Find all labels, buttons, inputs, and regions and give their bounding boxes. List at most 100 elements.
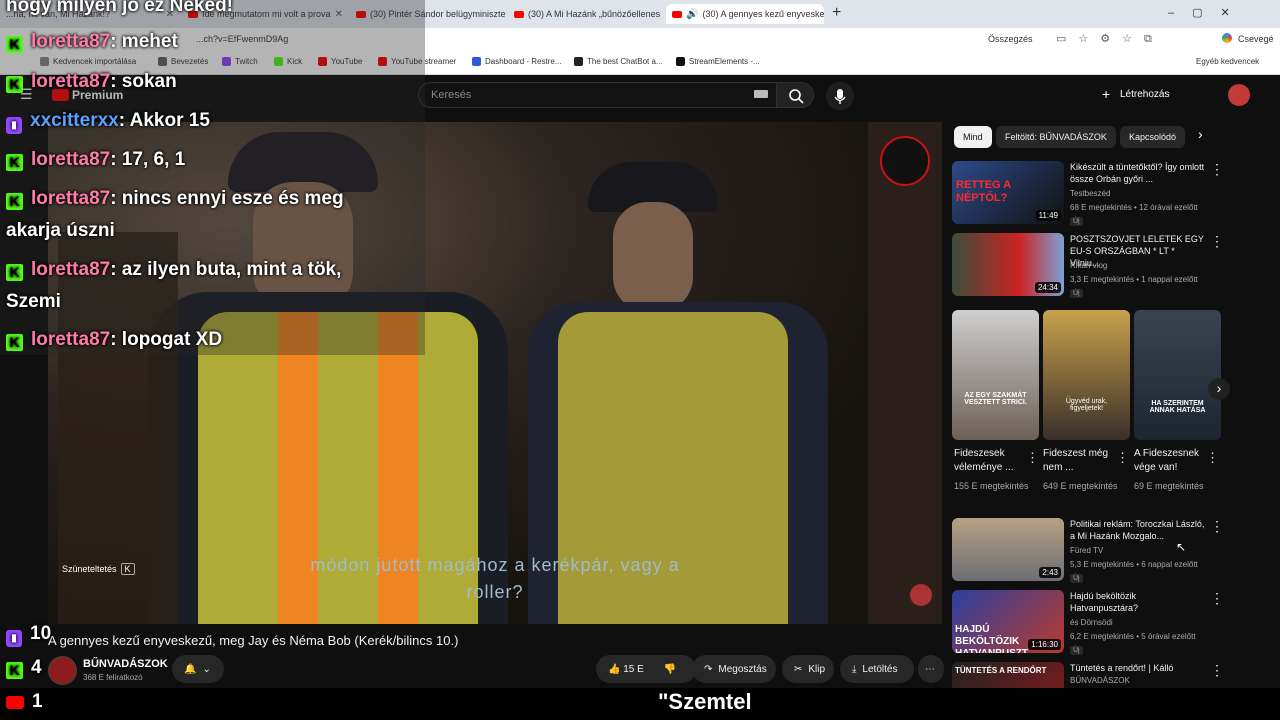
video-thumbnail[interactable]: HAJDÚ BEKÖLTÖZIK HATVANPUSZT 1:16:30	[952, 590, 1064, 653]
chip-uploader[interactable]: Feltöltő: BŰNVADÁSZOK	[996, 126, 1116, 148]
chat-message: Kloretta87: az ilyen buta, mint a tök,	[6, 254, 341, 286]
more-actions-button[interactable]: ⋯	[918, 655, 944, 683]
shorts-next-button[interactable]: ›	[1208, 378, 1230, 400]
bookmark-label: The best ChatBot a...	[587, 57, 663, 66]
download-icon: ⤓	[852, 663, 857, 675]
video-thumbnail[interactable]: TÜNTETÉS A RENDŐRT	[952, 662, 1064, 688]
chip-related[interactable]: Kapcsolódó	[1120, 126, 1186, 148]
like-button[interactable]: 👍 15 E	[608, 664, 644, 675]
notification-bell-button[interactable]: 🔔 ⌄	[172, 655, 224, 683]
chat-message-continued: akarja úszni	[6, 220, 115, 241]
like-dislike-group: 👍 15 E 👎	[596, 655, 696, 683]
chat-username: loretta87	[31, 149, 111, 170]
youtube-favicon-icon	[514, 10, 524, 18]
recommendation-title[interactable]: Hajdú beköltözik Hatvanpusztára?	[1070, 590, 1206, 614]
video-thumbnail[interactable]: 24:34	[952, 233, 1064, 296]
short-title[interactable]: Fideszest még nem ...	[1043, 447, 1121, 475]
recommendation-channel[interactable]: Rikári vlog	[1070, 261, 1107, 270]
captions: módon jutott magához a kerékpár, vagy a …	[0, 552, 990, 606]
recommendation-channel[interactable]: Testbeszéd	[1070, 189, 1110, 198]
thumbnail-text: RETTEG A NÉPTŐL?	[956, 179, 1011, 204]
share-button[interactable]: ↷ Megosztás	[692, 655, 776, 683]
bookmark-item[interactable]: StreamElements -...	[676, 57, 760, 66]
chat-message: Kloretta87: sokan	[6, 66, 177, 98]
download-button[interactable]: ⤓ Letöltés	[840, 655, 914, 683]
bookmark-item[interactable]: The best ChatBot a...	[574, 57, 663, 66]
toolbar-icons[interactable]: ▭☆⚙☆⧉	[1056, 32, 1164, 46]
more-options-icon[interactable]: ⋮	[1116, 450, 1129, 466]
more-options-icon[interactable]: ⋮	[1206, 450, 1219, 466]
other-bookmarks[interactable]: Egyéb kedvencek	[1196, 57, 1259, 66]
kick-icon: K	[6, 334, 23, 351]
twitch-icon: ▮	[6, 630, 22, 647]
tab-label: (30) A gennyes kezű enyveske	[702, 9, 824, 19]
search-input[interactable]: Keresés	[418, 82, 778, 108]
more-options-icon[interactable]: ⋮	[1210, 161, 1224, 178]
kick-icon: K	[6, 264, 23, 281]
recommendation-title[interactable]: Politikai reklám: Toroczkai László, a Mi…	[1070, 518, 1206, 542]
chat-message: ▮ xxcitterxx: Akkor 15	[6, 105, 210, 137]
chat-username: loretta87	[31, 188, 111, 209]
chat-username: loretta87	[31, 31, 111, 52]
browser-tab-active[interactable]: 🔊(30) A gennyes kezű enyveske✕	[666, 4, 824, 24]
chip-all[interactable]: Mind	[954, 126, 992, 148]
short-thumbnail[interactable]: AZ EGY SZAKMÁT VESZTETT STRICI.	[952, 310, 1039, 440]
more-options-icon[interactable]: ⋮	[1210, 662, 1224, 679]
count-value: 4	[31, 657, 42, 678]
channel-avatar[interactable]	[48, 656, 77, 685]
dislike-button[interactable]: 👎	[664, 664, 676, 675]
recommendation-channel[interactable]: Füred TV	[1070, 546, 1103, 555]
chat-message: Kloretta87: mehet	[6, 26, 178, 58]
avatar[interactable]	[1228, 84, 1250, 106]
kick-icon: K	[6, 76, 23, 93]
recommendation-channel[interactable]: BŰNVADÁSZOK	[1070, 676, 1130, 685]
search-button[interactable]	[776, 82, 814, 108]
search-icon	[789, 89, 804, 104]
short-title[interactable]: Fideszesek véleménye ...	[954, 447, 1032, 475]
chat-text: : nincs ennyi esze és meg	[110, 188, 344, 209]
more-options-icon[interactable]: ⋮	[1210, 518, 1224, 535]
speaker-icon[interactable]: 🔊	[686, 9, 698, 20]
keyboard-icon[interactable]	[754, 90, 768, 98]
create-button[interactable]: Létrehozás	[1120, 89, 1169, 100]
new-badge: Új	[1070, 217, 1083, 226]
create-icon[interactable]: +	[1102, 86, 1110, 102]
video-title: A gennyes kezű enyveskezű, meg Jay és Né…	[48, 633, 459, 648]
streamelements-icon	[676, 57, 685, 66]
chat-header: hogy milyen jó ez Neked!	[6, 0, 233, 16]
window-controls[interactable]: –▢✕	[1168, 6, 1248, 19]
short-title[interactable]: A Fideszesnek vége van!	[1134, 447, 1212, 475]
share-icon: ↷	[704, 663, 713, 675]
bookmark-label: StreamElements -...	[689, 57, 760, 66]
kick-icon: K	[6, 36, 23, 53]
recommendation-meta: 3,3 E megtekintés • 1 nappal ezelőtt	[1070, 275, 1198, 284]
voice-search-button[interactable]	[826, 82, 854, 110]
short-views: 69 E megtekintés	[1134, 481, 1204, 491]
more-options-icon[interactable]: ⋮	[1210, 590, 1224, 607]
chevron-right-icon[interactable]: ›	[1198, 126, 1203, 142]
browser-tab[interactable]: (30) A Mi Hazánk „bűnözőellenes✕	[508, 4, 664, 24]
chat-button[interactable]: Csevegé	[1238, 34, 1274, 44]
more-options-icon[interactable]: ⋮	[1026, 450, 1039, 466]
ticker-text: "Szemtel	[658, 689, 752, 714]
duration-badge: 11:49	[1035, 210, 1061, 221]
summary-button[interactable]: Összegzés	[988, 34, 1033, 44]
youtube-favicon-icon	[672, 10, 682, 18]
recommendation-title[interactable]: Tüntetés a rendőrt! | Kálló	[1070, 662, 1206, 674]
video-thumbnail[interactable]: 2:43	[952, 518, 1064, 581]
short-thumb-text: Ügyvéd urak, figyeljetek!	[1065, 398, 1108, 412]
copilot-icon[interactable]	[1222, 33, 1232, 43]
short-thumbnail[interactable]: HA SZERINTEM ANNAK HATÁSA	[1134, 310, 1221, 440]
recommendation-item[interactable]: TÜNTETÉS A RENDŐRT Tüntetés a rendőrt! |…	[952, 662, 1272, 688]
channel-name[interactable]: BŰNVADÁSZOK	[83, 658, 168, 670]
recommendation-title[interactable]: Kikészült a tüntetőktől? Így omlott össz…	[1070, 161, 1206, 185]
more-options-icon[interactable]: ⋮	[1210, 233, 1224, 250]
clip-button[interactable]: ✂ Klip	[782, 655, 834, 683]
recommendation-channel[interactable]: és Dörnsödi	[1070, 618, 1113, 627]
short-thumbnail[interactable]: Ügyvéd urak, figyeljetek!	[1043, 310, 1130, 440]
new-tab-button[interactable]: +	[832, 4, 841, 22]
kick-viewer-count: K4	[6, 652, 42, 684]
video-thumbnail[interactable]: RETTEG A NÉPTŐL? 11:49	[952, 161, 1064, 224]
chat-text: : Akkor 15	[118, 110, 210, 131]
bookmark-item[interactable]: Dashboard - Restre...	[472, 57, 561, 66]
